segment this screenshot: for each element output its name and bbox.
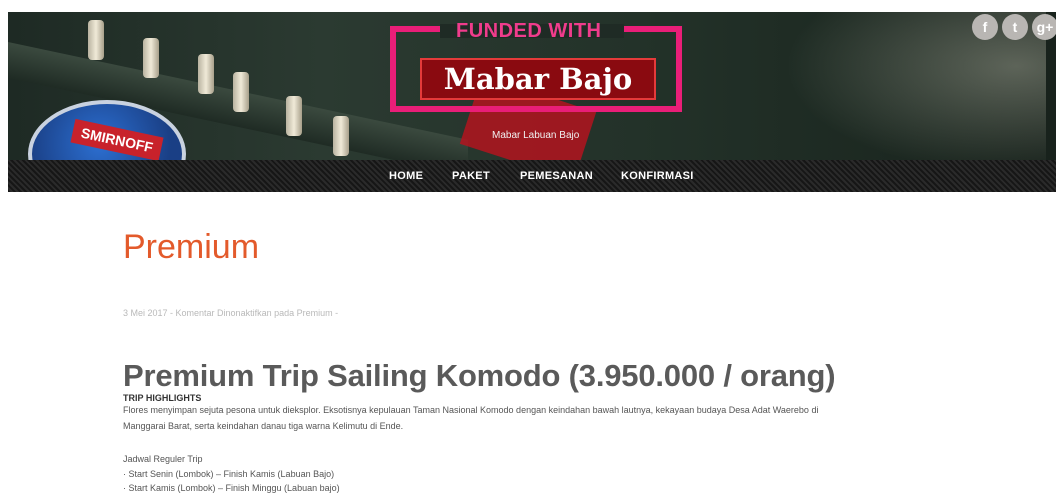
post-meta: 3 Mei 2017 - Komentar Dinonaktifkan pada…	[123, 308, 339, 318]
post-heading: Premium Trip Sailing Komodo (3.950.000 /…	[123, 358, 836, 393]
bottle-decoration	[233, 72, 249, 112]
schedule-title: Jadwal Reguler Trip	[123, 454, 203, 464]
nav-paket[interactable]: PAKET	[452, 170, 490, 182]
bottle-decoration	[286, 96, 302, 136]
bottle-decoration	[333, 116, 349, 156]
nav-home[interactable]: HOME	[389, 170, 423, 182]
bottle-decoration	[88, 20, 104, 60]
bottle-decoration	[198, 54, 214, 94]
logo-funded-text[interactable]: FUNDED WITH	[448, 20, 609, 43]
page-title: Premium	[123, 228, 260, 266]
smirnoff-label: SMIRNOFF	[70, 118, 164, 162]
paragraph-line: Flores menyimpan sejuta pesona untuk die…	[123, 405, 819, 415]
bottle-decoration	[143, 38, 159, 78]
nav-konfirmasi[interactable]: KONFIRMASI	[621, 170, 694, 182]
google-plus-icon[interactable]: g+	[1032, 14, 1056, 40]
site-logo-name[interactable]: Mabar Bajo	[420, 58, 656, 100]
twitter-icon[interactable]: t	[1002, 14, 1028, 40]
site-tagline: Mabar Labuan Bajo	[492, 130, 580, 141]
paragraph-line: Manggarai Barat, serta keindahan danau t…	[123, 421, 404, 431]
nav-pemesanan[interactable]: PEMESANAN	[520, 170, 593, 182]
trip-highlights-title: TRIP HIGHLIGHTS	[123, 393, 202, 403]
schedule-item: · Start Kamis (Lombok) – Finish Minggu (…	[123, 483, 340, 493]
facebook-icon[interactable]: f	[972, 14, 998, 40]
schedule-item: · Start Senin (Lombok) – Finish Kamis (L…	[123, 469, 335, 479]
